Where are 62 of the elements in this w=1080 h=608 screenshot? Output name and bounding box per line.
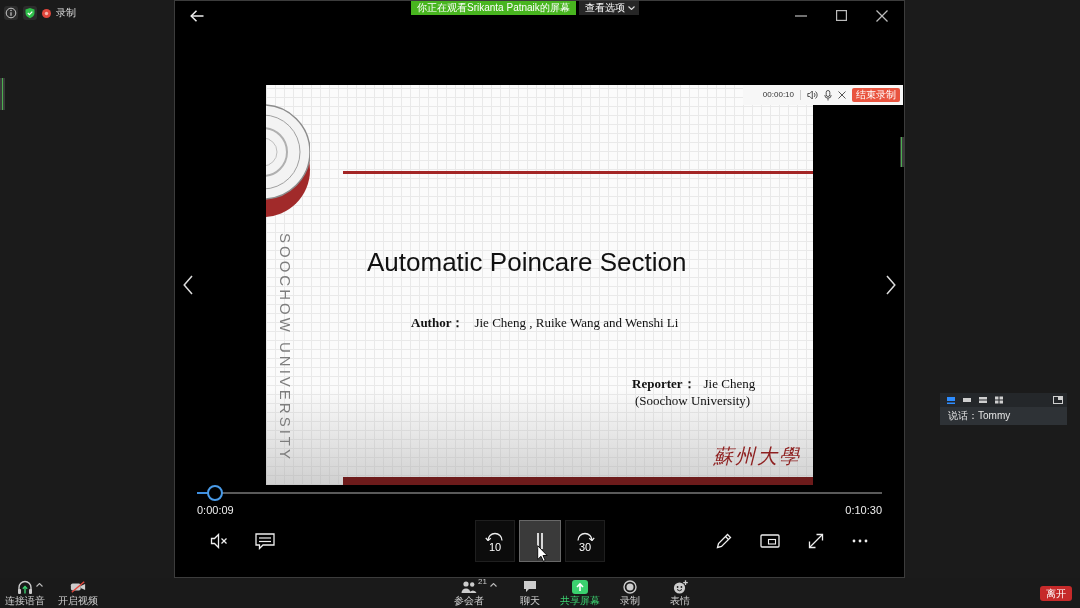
reporter-name: Jie Cheng	[703, 375, 756, 392]
mouse-cursor-icon	[537, 545, 548, 562]
captions-icon[interactable]	[255, 532, 275, 550]
grid-view-icon[interactable]	[994, 396, 1004, 404]
video-tile-edge	[0, 78, 5, 110]
sharing-banner: 你正在观看Srikanta Patnaik的屏幕	[411, 1, 576, 15]
share-screen-button[interactable]: 共享屏幕	[556, 579, 604, 607]
pause-button[interactable]	[519, 520, 561, 562]
leave-button[interactable]: 离开	[1040, 585, 1072, 601]
minimize-icon[interactable]	[795, 14, 807, 17]
close-icon[interactable]	[838, 91, 846, 99]
close-icon[interactable]	[876, 9, 888, 22]
participants-button[interactable]: 21 参会者	[439, 579, 499, 607]
shield-icon[interactable]	[23, 6, 37, 20]
back-arrow-icon[interactable]	[190, 9, 204, 22]
info-icon[interactable]	[4, 6, 18, 20]
video-tile-edge	[900, 137, 904, 167]
chevron-right-icon[interactable]	[886, 275, 896, 295]
chat-button[interactable]: 聊天	[506, 579, 554, 607]
window-icon[interactable]	[1053, 396, 1063, 404]
record-icon	[623, 579, 637, 594]
more-icon[interactable]	[852, 539, 868, 543]
recording-label: 录制	[56, 7, 76, 19]
picture-in-picture-icon[interactable]	[760, 534, 780, 548]
caret-down-icon	[627, 6, 635, 10]
slide-side-text: SOOCHOW UNIVERSITY	[278, 233, 293, 462]
author-names: Jie Cheng , Ruike Wang and Wenshi Li	[474, 315, 679, 331]
reporter-affiliation: (Soochow University)	[635, 392, 751, 409]
chat-bubble-icon	[523, 580, 537, 593]
progress-thumb[interactable]	[206, 485, 223, 501]
caret-icon[interactable]	[36, 582, 43, 587]
audio-button[interactable]: 连接语音	[5, 579, 45, 607]
strip-view-icon[interactable]	[962, 396, 972, 404]
stop-recording-button[interactable]: 结束录制	[852, 88, 900, 102]
recording-time: 00:00:10	[762, 90, 794, 100]
fullscreen-icon[interactable]	[807, 532, 825, 550]
list-view-icon[interactable]	[978, 396, 988, 404]
share-screen-icon	[572, 579, 588, 594]
reporter-label: Reporter：	[632, 375, 696, 392]
pen-icon[interactable]	[715, 532, 733, 550]
rewind-button[interactable]: 10	[475, 520, 515, 562]
reactions-button[interactable]: 表情	[656, 579, 704, 607]
view-options-button[interactable]: 查看选项	[578, 1, 639, 15]
speaker-icon[interactable]	[807, 90, 818, 100]
chevron-left-icon[interactable]	[183, 275, 193, 295]
muted-speaker-icon[interactable]	[210, 533, 228, 549]
record-button[interactable]: 录制	[606, 579, 654, 607]
pause-icon	[535, 532, 545, 550]
video-button[interactable]: 开启视频	[58, 579, 98, 607]
forward-button[interactable]: 30	[565, 520, 605, 562]
author-label: Author：	[411, 315, 465, 331]
slide-title: Automatic Poincare Section	[367, 246, 687, 279]
calligraphy-text: 蘇州大學	[713, 443, 801, 469]
elapsed-time: 0:00:09	[197, 503, 234, 517]
speaker-view-icon[interactable]	[946, 396, 956, 404]
maximize-icon[interactable]	[836, 10, 847, 21]
microphone-icon[interactable]	[824, 89, 832, 101]
people-icon	[461, 579, 477, 594]
total-time: 0:10:30	[845, 503, 882, 517]
headphones-icon	[17, 579, 33, 594]
active-speaker-label: 说话：Tommy	[940, 407, 1067, 425]
caret-icon[interactable]	[490, 582, 497, 587]
